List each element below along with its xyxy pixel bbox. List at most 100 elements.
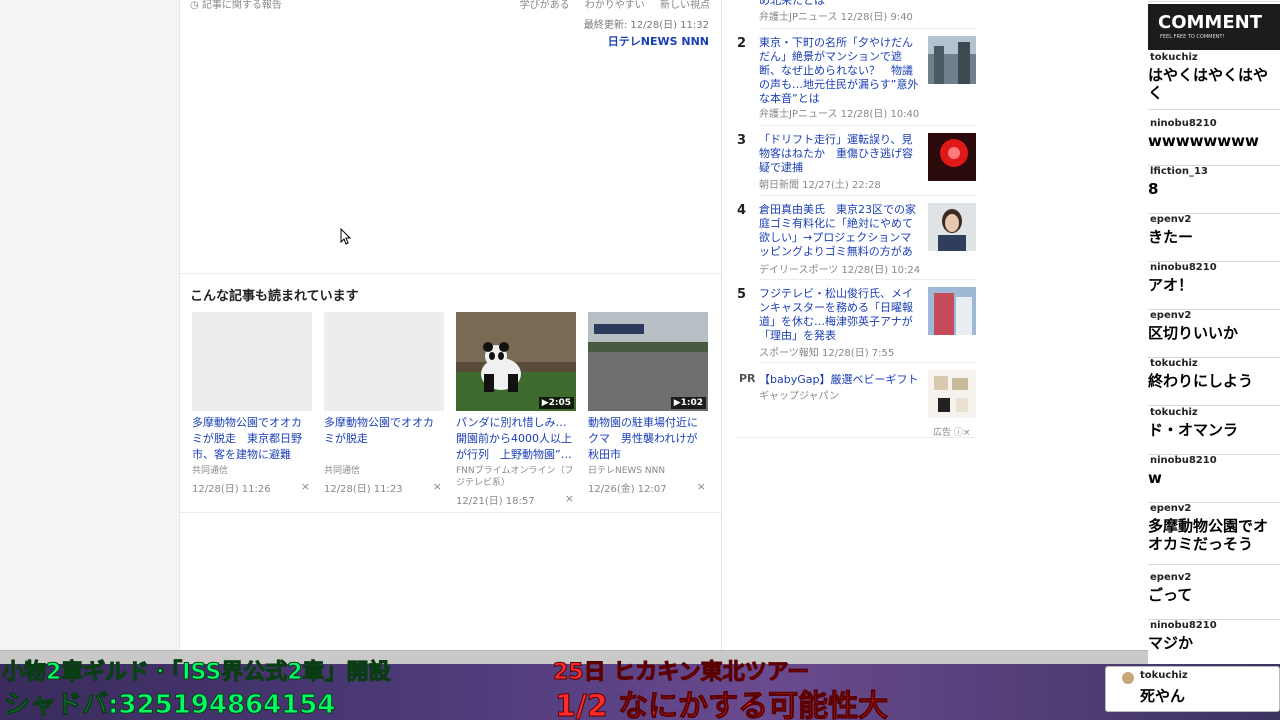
divider [759,125,977,126]
pr-label: PR [739,372,756,385]
card-source: 共同通信 [324,466,361,476]
rank-number: 5 [737,287,747,302]
close-icon[interactable]: × [301,480,310,493]
comment-message: ごって [1148,586,1193,604]
card-date: 12/28(日) 11:26 × [192,480,312,495]
report-link-label: 記事に関する報告 [201,0,282,11]
comment-user: epenv2 [1150,503,1192,514]
report-link[interactable]: ◷ 記事に関する報告 [190,0,282,11]
comment-item: lfiction_13 8 [1148,166,1280,214]
comment-message: 区切りいいか [1148,324,1239,342]
card-date: 12/26(金) 12:07 × [588,480,708,495]
rank-title[interactable]: 「ドリフト走行」運転誤り、見物客はねたか 重傷ひき逃げ容疑で逮捕 [759,133,921,175]
comment-header-subtitle: FEEL FREE TO COMMENT! [1160,34,1225,40]
comment-user: ninobu8210 [1150,262,1217,273]
comment-message: ド・オマンラ [1148,421,1239,439]
related-card[interactable]: ▶1:02 動物園の駐車場付近にクマ 男性襲われけが 秋田市 日テレNEWS N… [588,312,708,502]
rank-meta: 朝日新聞 12/27(土) 22:28 [759,180,881,191]
video-duration: ▶1:02 [670,397,706,409]
close-icon[interactable]: × [433,480,442,493]
card-thumbnail: ▶2:05 [456,312,576,411]
comment-item: epenv2 区切りいいか [1148,310,1280,358]
comment-item: tokuchiz ド・オマンラ [1148,407,1280,455]
main-column: ◷ 記事に関する報告 学びがある わかりやすい 新しい視点 最終更新: 12/2… [179,0,722,650]
rank-number: 4 [737,203,747,218]
comment-message: 終わりにしよう [1148,372,1254,390]
comment-item: ninobu8210 [1148,0,1280,2]
close-icon[interactable]: × [697,480,706,493]
comment-item: epenv2 多摩動物公園でオオカミだっそう [1148,503,1280,565]
comment-user: ninobu8210 [1150,620,1217,631]
rank-title[interactable]: 東京・下町の名所「夕やけだんだん」絶景がマンションで遮断、なぜ止められない？ 物… [759,36,921,106]
card-title[interactable]: 多摩動物公園でオオカミが脱走 東京都日野市、客を建物に避難 [192,415,312,463]
pr-sponsor: ギャップジャパン [759,391,839,402]
comment-item: ninobu8210 wwwwwwww [1148,118,1280,166]
ranking-item[interactable]: 3 「ドリフト走行」運転誤り、見物客はねたか 重傷ひき逃げ容疑で逮捕 朝日新聞 … [737,133,977,193]
comment-user: epenv2 [1150,310,1192,321]
comment-message: はやくはやくはや く [1148,66,1269,102]
ranking-partial-title[interactable]: め北来たとは [759,0,825,8]
comment-item: ninobu8210 マジか [1148,620,1280,664]
comment-item: ninobu8210 w [1148,455,1280,503]
card-title[interactable]: 動物園の駐車場付近にクマ 男性襲われけが 秋田市 [588,415,708,463]
comment-header: COMMENT FEEL FREE TO COMMENT! [1148,4,1280,50]
comment-user: tokuchiz [1150,407,1198,418]
reaction-buttons: 学びがある わかりやすい 新しい視点 [508,0,710,11]
comment-message: マジか [1148,634,1194,652]
comment-user: tokuchiz [1150,358,1198,369]
card-title[interactable]: 多摩動物公園でオオカミが脱走 [324,415,444,463]
rank-thumbnail [928,36,976,84]
rank-thumbnail [928,133,976,181]
divider [759,362,977,363]
comment-item: epenv2 ごって [1148,572,1280,620]
reaction-new[interactable]: 新しい視点 [660,0,710,11]
reaction-learn[interactable]: 学びがある [520,0,570,11]
rank-meta: スポーツ報知 12/28(日) 7:55 [759,348,895,359]
card-title[interactable]: パンダに別れ惜しみ…開園前から4000人以上が行列 上野動物園”… [456,415,576,463]
comment-panel: ninobu8210 COMMENT FEEL FREE TO COMMENT!… [1148,0,1280,664]
divider [180,273,721,274]
card-date: 12/28(日) 11:23 × [324,480,444,495]
close-icon[interactable]: × [565,492,574,505]
reaction-clear[interactable]: わかりやすい [585,0,645,11]
rank-number: 3 [737,133,747,148]
ranking-partial-meta: 弁護士JPニュース 12/28(日) 9:40 [759,12,913,23]
ranking-item[interactable]: 5 フジテレビ・松山俊行氏、メインキャスターを務める「日曜報道」を休む…梅津弥英… [737,287,977,359]
card-thumbnail: ▶1:02 [588,312,708,411]
rank-thumbnail [928,203,976,251]
card-thumbnail [192,312,312,411]
divider [737,437,977,438]
related-card[interactable]: 多摩動物公園でオオカミが脱走 東京都日野市、客を建物に避難 共同通信 12/28… [192,312,312,502]
source-link[interactable]: 日テレNEWS NNN [608,33,709,49]
related-card[interactable]: ▶2:05 パンダに別れ惜しみ…開園前から4000人以上が行列 上野動物園”… … [456,312,576,507]
card-date-text: 12/21(日) 18:57 [456,496,535,507]
card-date-text: 12/26(金) 12:07 [588,484,667,495]
ranking-item[interactable]: 2 東京・下町の名所「夕やけだんだん」絶景がマンションで遮断、なぜ止められない？… [737,36,977,126]
comment-message: 多摩動物公園でオオカミだっそう [1148,517,1269,553]
divider [180,512,721,513]
card-date: 12/21(日) 18:57 × [456,492,576,507]
overlay-left-bottom: シャドバ:325194864154 [4,690,336,720]
comment-user: ninobu8210 [1150,118,1217,129]
comment-item: tokuchiz 終わりにしよう [1148,358,1280,406]
ranking-item[interactable]: 4 倉田真由美氏 東京23区での家庭ゴミ有料化に「絶対にやめて欲しい」→プロジェ… [737,203,977,276]
comment-header-title: COMMENT [1158,12,1262,33]
comment-message: きたー [1148,228,1194,246]
rank-meta: 弁護士JPニュース 12/28(日) 10:40 [759,109,920,120]
comment-user: epenv2 [1150,214,1192,225]
article-meta-row: ◷ 記事に関する報告 学びがある わかりやすい 新しい視点 [190,0,710,11]
comment-item: tokuchiz はやくはやくはや く [1148,52,1280,110]
related-card[interactable]: 多摩動物公園でオオカミが脱走 共同通信 12/28(日) 11:23 × [324,312,444,502]
card-thumbnail [324,312,444,411]
comment-user: ninobu8210 [1150,455,1217,466]
pr-title[interactable]: 【babyGap】厳選ベビーギフト [759,371,918,387]
divider [759,28,977,29]
rank-title[interactable]: 倉田真由美氏 東京23区での家庭ゴミ有料化に「絶対にやめて欲しい」→プロジェクシ… [759,203,921,259]
rank-thumbnail [928,287,976,335]
rank-title[interactable]: フジテレビ・松山俊行氏、メインキャスターを務める「日曜報道」を休む…梅津弥英子ア… [759,287,921,343]
comment-message: アオ！ [1148,276,1194,294]
comment-item: ninobu8210 アオ！ [1148,262,1280,310]
ad-thumbnail[interactable] [928,370,976,418]
mouse-cursor-icon [340,228,352,245]
rank-meta: デイリースポーツ 12/28(日) 10:24 [759,265,921,276]
